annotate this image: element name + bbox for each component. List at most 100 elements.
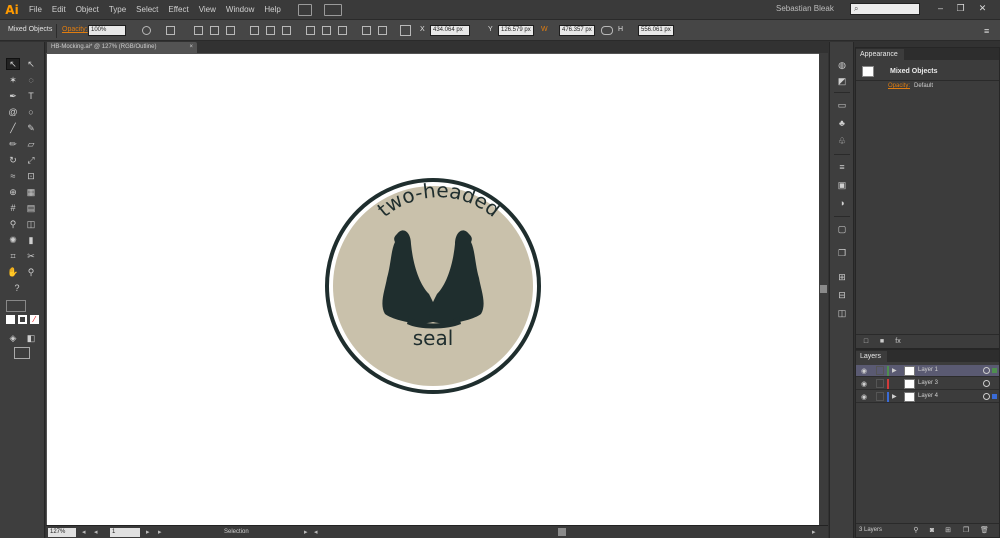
distribute-top-icon[interactable] (306, 26, 315, 35)
add-fill-icon[interactable]: ■ (878, 338, 886, 346)
lock-toggle[interactable] (876, 379, 884, 388)
workspace-user[interactable]: Sebastian Bleak (776, 4, 834, 13)
visibility-eye-icon[interactable]: ◉ (861, 367, 867, 375)
ellipse-tool-icon[interactable]: ○ (24, 106, 38, 118)
fill-swatch[interactable] (6, 300, 26, 312)
add-stroke-icon[interactable]: □ (862, 338, 870, 346)
lock-toggle[interactable] (876, 392, 884, 401)
close-tab-icon[interactable]: × (189, 42, 193, 53)
symbol-sprayer-tool-icon[interactable]: ✺ (6, 234, 20, 246)
target-circle-icon[interactable] (983, 393, 990, 400)
shape-builder-tool-icon[interactable]: ⊕ (6, 186, 20, 198)
fill-icon[interactable] (6, 315, 15, 324)
perspective-grid-tool-icon[interactable]: ▦ (24, 186, 38, 198)
selection-tool-icon[interactable]: ↖ (6, 58, 20, 70)
next-artboard-icon[interactable]: ▸ (146, 528, 150, 536)
graphic-styles-icon[interactable]: ♧ (836, 136, 848, 146)
expand-arrow-icon[interactable]: ▶ (892, 367, 897, 374)
menu-window[interactable]: Window (221, 5, 259, 14)
mesh-tool-icon[interactable]: # (6, 202, 20, 214)
appearance-opacity-row[interactable]: Opacity: Default (856, 80, 999, 92)
align-top-icon[interactable] (250, 26, 259, 35)
align-icon[interactable] (166, 26, 175, 35)
y-input[interactable]: 126.579 px (498, 25, 534, 36)
status-menu-icon[interactable]: ▸ (304, 528, 308, 536)
layer-name[interactable]: Layer 4 (918, 393, 938, 399)
blob-brush-tool-icon[interactable]: ✏ (6, 138, 20, 150)
last-artboard-icon[interactable]: ▸ (158, 528, 162, 536)
help-icon[interactable]: ? (10, 282, 24, 294)
distribute-middle-icon[interactable] (322, 26, 331, 35)
first-artboard-icon[interactable]: ◂ (82, 528, 86, 536)
eraser-tool-icon[interactable]: ▱ (24, 138, 38, 150)
rotate-tool-icon[interactable]: ↻ (6, 154, 20, 166)
paintbrush-tool-icon[interactable]: ╱ (6, 122, 20, 134)
align-bottom-icon[interactable] (282, 26, 291, 35)
constrain-link-icon[interactable] (601, 26, 613, 35)
slice-tool-icon[interactable]: ✂ (24, 250, 38, 262)
transparency-icon[interactable]: ◑ (836, 198, 848, 208)
vertical-scroll-thumb[interactable] (820, 285, 827, 293)
distribute-bottom-icon[interactable] (338, 26, 347, 35)
artboard-tool-icon[interactable]: ⌗ (6, 250, 20, 262)
prev-artboard-icon[interactable]: ◂ (94, 528, 98, 536)
menu-edit[interactable]: Edit (47, 5, 71, 14)
gradient-tool-icon[interactable]: ▤ (24, 202, 38, 214)
type-tool-icon[interactable]: T (24, 90, 38, 102)
scroll-right-icon[interactable]: ▸ (812, 528, 816, 536)
screen-mode-icon[interactable] (14, 347, 30, 359)
free-transform-tool-icon[interactable]: ⊡ (24, 170, 38, 182)
opacity-input[interactable]: 100% (88, 25, 126, 36)
w-input[interactable]: 476.357 px (559, 25, 595, 36)
opacity-link[interactable]: Opacity: (62, 26, 88, 33)
layer-name[interactable]: Layer 1 (918, 367, 938, 373)
eyedropper-tool-icon[interactable]: ⚲ (6, 218, 20, 230)
selection-indicator[interactable] (992, 394, 997, 399)
expand-arrow-icon[interactable]: ▶ (892, 393, 897, 400)
align-panel-icon[interactable]: ⊟ (836, 290, 848, 300)
gradient-panel-icon[interactable]: ▣ (836, 180, 848, 190)
reference-point-icon[interactable] (400, 25, 411, 36)
draw-normal-icon[interactable]: ◈ (6, 332, 20, 344)
column-graph-tool-icon[interactable]: ▮ (24, 234, 38, 246)
menu-effect[interactable]: Effect (163, 5, 193, 14)
layers-tab[interactable]: Layers (856, 351, 888, 362)
hand-tool-icon[interactable]: ✋ (6, 266, 20, 278)
pathfinder-icon[interactable]: ◫ (836, 308, 848, 318)
target-circle-icon[interactable] (983, 380, 990, 387)
lasso-tool-icon[interactable]: ◌ (24, 74, 38, 86)
locate-object-icon[interactable]: ⚲ (912, 527, 920, 535)
arrange-documents-icon[interactable] (323, 3, 342, 16)
document-tab[interactable]: HB-Mocking.ai* @ 127% (RGB/Outline) × (47, 42, 197, 53)
menu-view[interactable]: View (194, 5, 221, 14)
menu-object[interactable]: Object (71, 5, 104, 14)
layer-row-3[interactable]: ◉ Layer 3 (856, 378, 999, 390)
align-right-icon[interactable] (226, 26, 235, 35)
h-input[interactable]: 556.061 px (638, 25, 674, 36)
zoom-tool-icon[interactable]: ⚲ (24, 266, 38, 278)
help-search-input[interactable]: ⌕ (850, 3, 920, 15)
minimize-button[interactable]: – (932, 2, 949, 15)
current-tool-status[interactable]: Selection (224, 529, 249, 535)
swatches-icon[interactable]: ◩ (836, 76, 848, 86)
zoom-input[interactable]: 127% (48, 528, 76, 537)
pen-tool-icon[interactable]: ✒ (6, 90, 20, 102)
artboard-number-input[interactable]: 1 (110, 528, 140, 537)
selection-indicator[interactable] (992, 368, 997, 373)
layers-panel-icon[interactable]: ❐ (836, 248, 848, 258)
layer-name[interactable]: Layer 3 (918, 380, 938, 386)
new-layer-icon[interactable]: ❐ (962, 527, 970, 535)
layer-row-1[interactable]: ◉ ▶ Layer 1 (856, 365, 999, 377)
appearance-panel-icon[interactable]: ▢ (836, 224, 848, 234)
blend-tool-icon[interactable]: ◫ (24, 218, 38, 230)
visibility-eye-icon[interactable]: ◉ (861, 380, 867, 388)
width-tool-icon[interactable]: ≈ (6, 170, 20, 182)
new-sublayer-icon[interactable]: ⊞ (944, 527, 952, 535)
artboard[interactable]: two-headed seal (47, 54, 819, 525)
draw-behind-icon[interactable]: ◧ (24, 332, 38, 344)
align-middle-icon[interactable] (266, 26, 275, 35)
menu-select[interactable]: Select (131, 5, 163, 14)
lock-toggle[interactable] (876, 366, 884, 375)
recolor-icon[interactable] (142, 26, 151, 35)
pencil-tool-icon[interactable]: ✎ (24, 122, 38, 134)
